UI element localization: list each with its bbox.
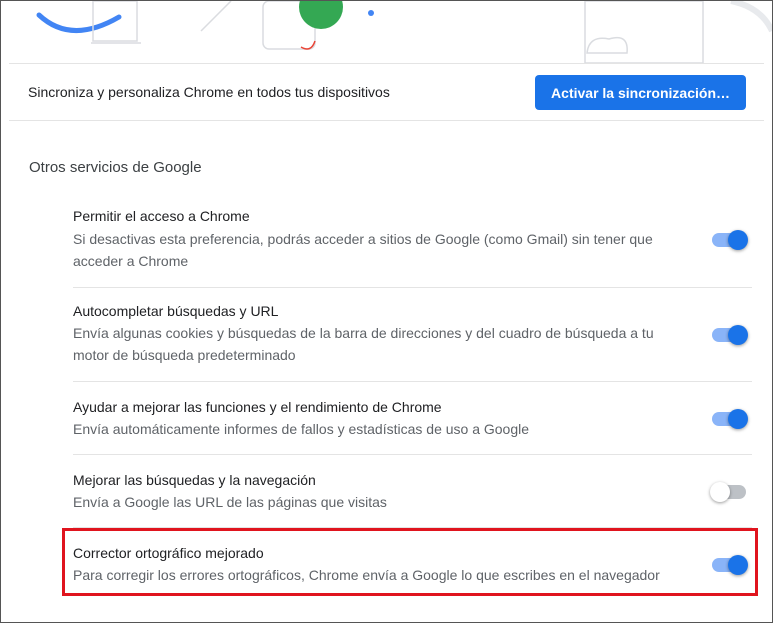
toggle-knob bbox=[728, 325, 748, 345]
setting-item-title: Permitir el acceso a Chrome bbox=[73, 208, 250, 224]
setting-item-description: Para corregir los errores ortográficos, … bbox=[73, 567, 660, 583]
setting-item-title: Corrector ortográfico mejorado bbox=[73, 545, 264, 561]
setting-item-autocomplete: Autocompletar búsquedas y URL Envía algu… bbox=[73, 287, 752, 382]
settings-panel: Sincroniza y personaliza Chrome en todos… bbox=[0, 0, 773, 623]
toggle-knob bbox=[728, 409, 748, 429]
setting-item-improve-chrome: Ayudar a mejorar las funciones y el rend… bbox=[73, 381, 752, 455]
toggle-switch[interactable] bbox=[712, 555, 748, 575]
sync-row: Sincroniza y personaliza Chrome en todos… bbox=[9, 63, 764, 121]
toggle-switch[interactable] bbox=[712, 409, 748, 429]
toggle-knob bbox=[710, 482, 730, 502]
setting-item-improve-search: Mejorar las búsquedas y la navegación En… bbox=[73, 454, 752, 528]
toggle-switch[interactable] bbox=[712, 325, 748, 345]
toggle-knob bbox=[728, 230, 748, 250]
setting-item-description: Envía automáticamente informes de fallos… bbox=[73, 421, 530, 437]
sync-description: Sincroniza y personaliza Chrome en todos… bbox=[28, 84, 390, 100]
setting-item-title: Mejorar las búsquedas y la navegación bbox=[73, 472, 316, 488]
setting-item-allow-chrome-signin: Permitir el acceso a Chrome Si desactiva… bbox=[73, 201, 752, 288]
toggle-switch[interactable] bbox=[710, 482, 746, 502]
toggle-switch[interactable] bbox=[712, 230, 748, 250]
sync-illustration bbox=[36, 1, 772, 63]
turn-on-sync-button[interactable]: Activar la sincronización… bbox=[535, 75, 746, 110]
setting-item-enhanced-spellcheck: Corrector ortográfico mejorado Para corr… bbox=[73, 527, 752, 597]
setting-item-title: Ayudar a mejorar las funciones y el rend… bbox=[73, 399, 442, 415]
section-title: Otros servicios de Google bbox=[29, 159, 202, 176]
setting-item-title: Autocompletar búsquedas y URL bbox=[73, 303, 279, 319]
setting-item-description: Envía a Google las URL de las páginas qu… bbox=[73, 494, 387, 510]
toggle-knob bbox=[728, 555, 748, 575]
setting-item-description: Envía algunas cookies y búsquedas de la … bbox=[73, 325, 654, 363]
setting-item-description: Si desactivas esta preferencia, podrás a… bbox=[73, 231, 653, 269]
